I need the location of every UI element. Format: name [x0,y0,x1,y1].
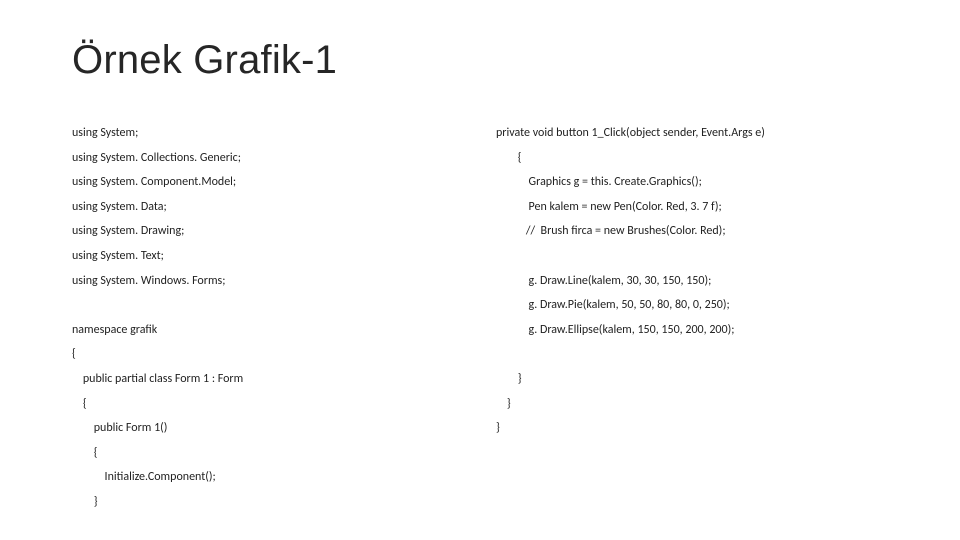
code-line: { [72,441,476,466]
code-column-left: using System;using System. Collections. … [72,121,476,515]
code-line: } [496,367,900,392]
code-line: Graphics g = this. Create.Graphics(); [496,170,900,195]
code-line: g. Draw.Ellipse(kalem, 150, 150, 200, 20… [496,318,900,343]
code-column-right: private void button 1_Click(object sende… [496,121,900,515]
code-line: using System. Drawing; [72,219,476,244]
code-line: } [72,490,476,515]
slide: Örnek Grafik-1 using System;using System… [0,0,960,540]
code-line: using System; [72,121,476,146]
code-line: } [496,392,900,417]
code-line: using System. Windows. Forms; [72,269,476,294]
code-line: using System. Component.Model; [72,170,476,195]
code-line: public Form 1() [72,416,476,441]
page-title: Örnek Grafik-1 [72,38,900,83]
code-line [72,293,476,318]
code-line: { [496,146,900,171]
code-line: namespace grafik [72,318,476,343]
code-line: g. Draw.Line(kalem, 30, 30, 150, 150); [496,269,900,294]
code-line: { [72,342,476,367]
code-line [496,342,900,367]
code-line: Initialize.Component(); [72,465,476,490]
code-line: using System. Text; [72,244,476,269]
code-line: using System. Collections. Generic; [72,146,476,171]
code-line: // Brush firca = new Brushes(Color. Red)… [496,219,900,244]
code-line: private void button 1_Click(object sende… [496,121,900,146]
content-columns: using System;using System. Collections. … [72,121,900,515]
code-line: { [72,392,476,417]
code-line: using System. Data; [72,195,476,220]
code-line [496,244,900,269]
code-line: public partial class Form 1 : Form [72,367,476,392]
code-line: Pen kalem = new Pen(Color. Red, 3. 7 f); [496,195,900,220]
code-line: } [496,416,900,441]
code-line: g. Draw.Pie(kalem, 50, 50, 80, 80, 0, 25… [496,293,900,318]
